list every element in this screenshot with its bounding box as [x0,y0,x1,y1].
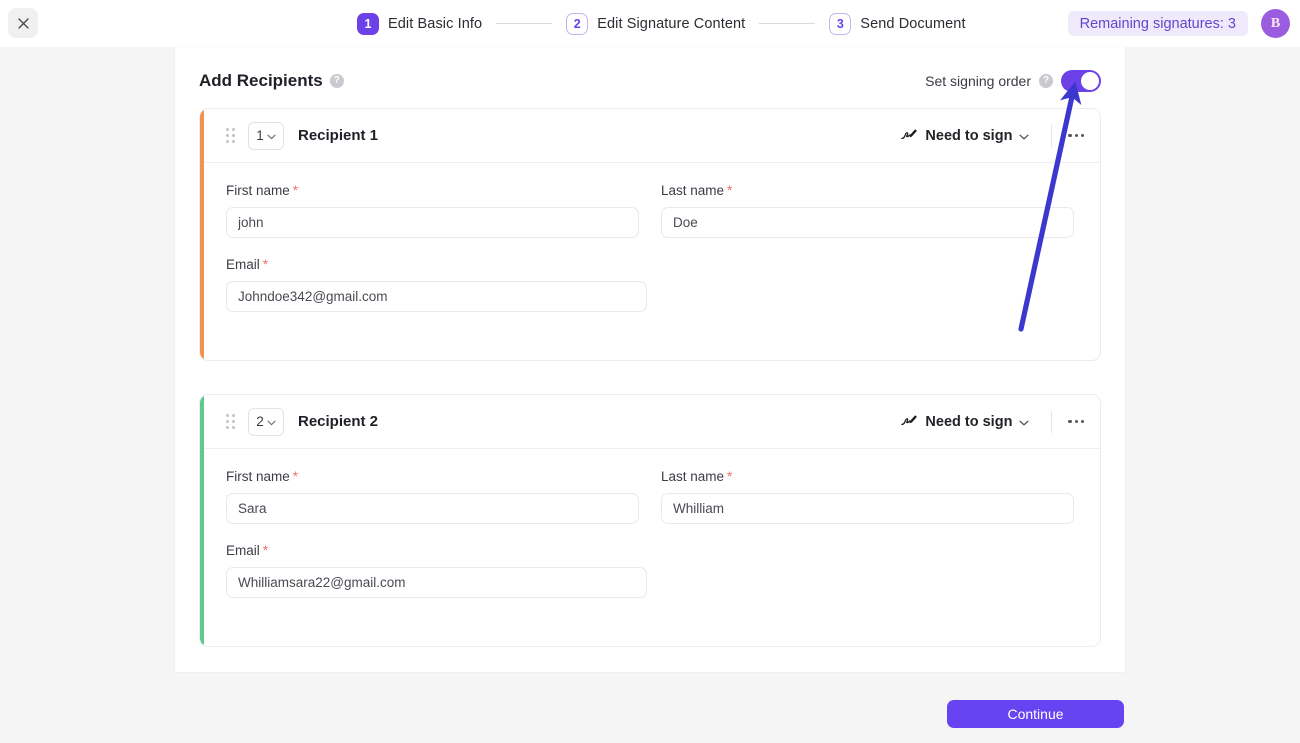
step-3-label: Send Document [860,15,966,32]
recipient-2-header-right: Need to sign [901,410,1088,433]
recipient-2-last-name-field: Last name * [661,469,1074,524]
remaining-signatures-badge: Remaining signatures: 3 [1067,11,1248,36]
recipient-2-role-label: Need to sign [925,413,1013,430]
recipient-2-first-name-field: First name * [226,469,639,524]
step-connector-2 [759,23,816,24]
recipient-1-email-field: Email * [226,257,647,312]
toggle-knob [1081,72,1099,90]
step-1-badge: 1 [357,12,379,35]
recipient-1-order-value: 1 [256,128,264,143]
recipient-2-order-value: 2 [256,414,264,429]
signature-pen-icon [901,127,918,145]
recipient-1-header: 1 Recipient 1 Need to sign [200,109,1100,163]
recipient-2-name-row: First name* Last name* [226,469,1074,524]
recipient-1-role-dropdown[interactable]: Need to sign [901,127,1039,145]
drag-handle-icon[interactable] [226,413,238,431]
panel-title-group: Add Recipients ? [199,71,344,91]
set-signing-order-label: Set signing order [925,73,1031,89]
required-asterisk: * [727,183,733,198]
drag-handle-icon[interactable] [226,127,238,145]
recipient-1-body: First name* Last name* Email* [200,163,1100,334]
step-indicator: 1 Edit Basic Info 2 Edit Signature Conte… [357,0,966,47]
recipient-2-title: Recipient 2 [298,413,379,430]
label-text: Last name [661,183,725,198]
help-circle-icon[interactable]: ? [329,74,344,88]
step-3-badge: 3 [829,12,852,35]
header-divider [1051,124,1053,147]
recipient-1-header-right: Need to sign [901,124,1088,147]
recipient-2-email-label: Email * [226,543,647,558]
recipient-1-first-name-input[interactable] [226,207,639,238]
recipient-2-header: 2 Recipient 2 Need to sign [200,395,1100,449]
recipient-1-role-label: Need to sign [925,127,1013,144]
recipient-1-email-input[interactable] [226,281,647,312]
recipient-2-accent-bar [200,395,204,646]
label-text: First name [226,469,290,484]
recipient-1-order-select[interactable]: 1 [248,121,284,150]
required-asterisk: * [292,183,299,198]
label-text: Last name [661,469,725,484]
recipient-1-email-label: Email * [226,257,647,272]
step-1-edit-basic-info[interactable]: 1 Edit Basic Info [357,12,483,35]
label-text: Email [226,257,260,272]
recipient-2-header-left: 2 Recipient 2 [226,407,379,436]
recipient-1-more-options-button[interactable] [1064,128,1088,143]
recipient-2-email-field: Email * [226,543,647,598]
signing-order-group: Set signing order ? [925,70,1101,92]
step-2-edit-signature-content[interactable]: 2 Edit Signature Content [566,12,746,35]
recipient-1-header-left: 1 Recipient 1 [226,121,379,150]
close-button[interactable] [8,8,38,38]
step-2-badge: 2 [566,12,589,35]
recipient-2-body: First name* Last name* Email* [200,449,1100,620]
app-root: 1 Edit Basic Info 2 Edit Signature Conte… [0,0,1300,743]
recipient-1-last-name-input[interactable] [661,207,1074,238]
recipient-2-last-name-input[interactable] [661,493,1074,524]
chevron-down-icon [267,128,276,143]
recipient-2-email-input[interactable] [226,567,647,598]
chevron-down-icon [1019,128,1030,144]
chevron-down-icon [267,414,276,429]
recipient-1-title: Recipient 1 [298,127,379,144]
signing-order-help-circle-icon[interactable]: ? [1039,74,1053,88]
recipient-1-last-name-field: Last name * [661,183,1074,238]
top-bar: 1 Edit Basic Info 2 Edit Signature Conte… [0,0,1300,47]
step-2-label: Edit Signature Content [597,15,746,32]
recipient-1-name-row: First name* Last name* [226,183,1074,238]
panel-header: Add Recipients ? Set signing order ? [199,59,1101,103]
recipient-1-accent-bar [200,109,204,360]
recipient-2-more-options-button[interactable] [1064,414,1088,429]
required-asterisk: * [292,469,299,484]
step-1-label: Edit Basic Info [388,15,483,32]
continue-button[interactable]: Continue [947,700,1124,728]
signature-pen-icon [901,413,918,431]
recipient-1-first-name-field: First name * [226,183,639,238]
close-icon [17,17,29,29]
page-title: Add Recipients [199,71,323,90]
recipient-2-last-name-label: Last name * [661,469,1074,484]
recipient-2-order-select[interactable]: 2 [248,407,284,436]
header-divider [1051,410,1053,433]
recipient-1-first-name-label: First name * [226,183,639,198]
label-text: Email [226,543,260,558]
avatar[interactable]: B [1261,9,1290,38]
chevron-down-icon [1019,414,1030,430]
recipient-card-2: 2 Recipient 2 Need to sign First name * … [199,394,1101,647]
recipient-1-last-name-label: Last name * [661,183,1074,198]
step-connector-1 [496,23,553,24]
set-signing-order-toggle[interactable] [1061,70,1101,92]
step-3-send-document[interactable]: 3 Send Document [829,12,966,35]
required-asterisk: * [262,257,269,272]
recipient-2-role-dropdown[interactable]: Need to sign [901,413,1039,431]
recipient-card-1: 1 Recipient 1 Need to sign First name * … [199,108,1101,361]
add-recipients-panel: Add Recipients ? Set signing order ? 1 R… [175,47,1125,672]
recipient-2-first-name-input[interactable] [226,493,639,524]
required-asterisk: * [727,469,733,484]
required-asterisk: * [262,543,269,558]
recipient-2-first-name-label: First name * [226,469,639,484]
label-text: First name [226,183,290,198]
